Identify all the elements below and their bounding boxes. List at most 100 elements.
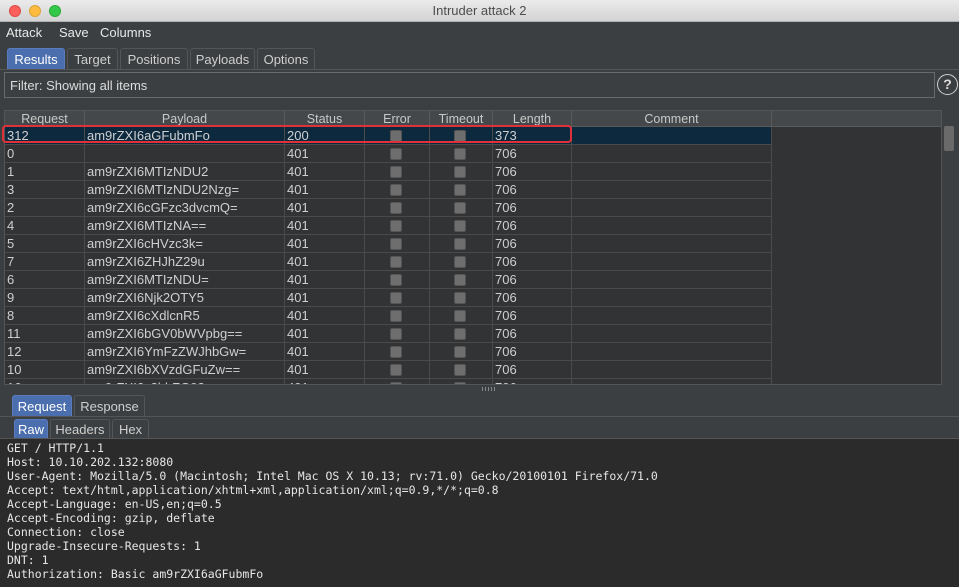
cell-comment (572, 217, 772, 235)
table-row[interactable]: 3 am9rZXI6MTIzNDU2Nzg= 401 706 (5, 181, 772, 199)
tab-target[interactable]: Target (67, 48, 118, 69)
title-bar: Intruder attack 2 (0, 0, 959, 22)
scrollbar-thumb[interactable] (944, 126, 954, 151)
cell-length: 706 (493, 271, 572, 289)
table-row[interactable]: 2 am9rZXI6cGFzc3dvcmQ= 401 706 (5, 199, 772, 217)
cell-request: 1 (5, 163, 85, 181)
table-row[interactable]: 9 am9rZXI6Njk2OTY5 401 706 (5, 289, 772, 307)
cell-error (365, 343, 430, 361)
cell-timeout (430, 145, 493, 163)
raw-request-line: Upgrade-Insecure-Requests: 1 (7, 539, 201, 553)
tab-raw[interactable]: Raw (14, 419, 48, 438)
window-title: Intruder attack 2 (432, 3, 527, 18)
checkbox-icon (454, 310, 466, 322)
tab-response[interactable]: Response (74, 395, 145, 416)
column-comment[interactable]: Comment (572, 111, 772, 127)
tab-payloads[interactable]: Payloads (190, 48, 255, 69)
menu-save[interactable]: Save (59, 25, 89, 40)
cell-comment (572, 127, 772, 145)
cell-payload: am9rZXI6MTIzNDU2Nzg= (85, 181, 285, 199)
cell-error (365, 163, 430, 181)
table-row[interactable]: 10 am9rZXI6bXVzdGFuZw== 401 706 (5, 361, 772, 379)
cell-length: 706 (493, 145, 572, 163)
tab-results[interactable]: Results (7, 48, 65, 69)
pane-splitter[interactable] (0, 385, 959, 393)
cell-request: 6 (5, 271, 85, 289)
menu-bar: Attack Save Columns (0, 22, 959, 44)
tab-headers[interactable]: Headers (50, 419, 110, 438)
attack-tabs: Results Target Positions Payloads Option… (0, 48, 959, 70)
table-row[interactable]: 5 am9rZXI6cHVzc3k= 401 706 (5, 235, 772, 253)
cell-error (365, 325, 430, 343)
cell-error (365, 235, 430, 253)
table-row[interactable]: 8 am9rZXI6cXdlcnR5 401 706 (5, 307, 772, 325)
checkbox-icon (390, 256, 402, 268)
cell-comment (572, 289, 772, 307)
cell-payload: am9rZXI6ZHJhZ29u (85, 253, 285, 271)
tab-options[interactable]: Options (257, 48, 315, 69)
tab-positions[interactable]: Positions (120, 48, 188, 69)
checkbox-icon (454, 184, 466, 196)
cell-status: 401 (285, 217, 365, 235)
cell-error (365, 253, 430, 271)
menu-attack[interactable]: Attack (6, 25, 42, 40)
table-row[interactable]: 0 401 706 (5, 145, 772, 163)
filter-bar[interactable]: Filter: Showing all items (4, 72, 935, 98)
cell-timeout (430, 271, 493, 289)
checkbox-icon (454, 148, 466, 160)
cell-length: 706 (493, 217, 572, 235)
cell-status: 401 (285, 289, 365, 307)
cell-comment (572, 361, 772, 379)
cell-error (365, 217, 430, 235)
table-scrollbar[interactable] (943, 110, 957, 385)
cell-payload: am9rZXI6MTIzNDU2 (85, 163, 285, 181)
checkbox-icon (454, 166, 466, 178)
cell-error (365, 199, 430, 217)
cell-error (365, 307, 430, 325)
checkbox-icon (390, 310, 402, 322)
table-row[interactable]: 6 am9rZXI6MTIzNDU= 401 706 (5, 271, 772, 289)
splitter-grip-icon[interactable] (482, 387, 496, 391)
cell-status: 401 (285, 307, 365, 325)
table-row[interactable]: 7 am9rZXI6ZHJhZ29u 401 706 (5, 253, 772, 271)
cell-timeout (430, 307, 493, 325)
tab-hex[interactable]: Hex (112, 419, 149, 438)
cell-request: 5 (5, 235, 85, 253)
cell-request: 10 (5, 361, 85, 379)
menu-columns[interactable]: Columns (100, 25, 151, 40)
raw-request-line: Connection: close (7, 525, 125, 539)
cell-comment (572, 343, 772, 361)
checkbox-icon (390, 148, 402, 160)
checkbox-icon (390, 220, 402, 232)
cell-payload: am9rZXI6YmFzZWJhbGw= (85, 343, 285, 361)
cell-status: 401 (285, 271, 365, 289)
cell-length: 706 (493, 307, 572, 325)
cell-request: 2 (5, 199, 85, 217)
cell-error (365, 361, 430, 379)
raw-request-editor[interactable]: GET / HTTP/1.1 Host: 10.10.202.132:8080 Us… (0, 438, 959, 587)
raw-request-line: Host: 10.10.202.132:8080 (7, 455, 174, 469)
table-row[interactable]: 12 am9rZXI6YmFzZWJhbGw= 401 706 (5, 343, 772, 361)
cell-timeout (430, 235, 493, 253)
table-row[interactable]: 4 am9rZXI6MTIzNA== 401 706 (5, 217, 772, 235)
checkbox-icon (390, 364, 402, 376)
cell-length: 706 (493, 181, 572, 199)
table-row[interactable]: 11 am9rZXI6bGV0bWVpbg== 401 706 (5, 325, 772, 343)
message-tab-divider (0, 416, 959, 417)
cell-payload: am9rZXI6cGFzc3dvcmQ= (85, 199, 285, 217)
cell-comment (572, 271, 772, 289)
cell-timeout (430, 343, 493, 361)
tab-request[interactable]: Request (12, 395, 72, 416)
raw-request-line: Accept-Language: en-US,en;q=0.5 (7, 497, 222, 511)
cell-error (365, 145, 430, 163)
cell-length: 706 (493, 289, 572, 307)
table-row[interactable]: 1 am9rZXI6MTIzNDU2 401 706 (5, 163, 772, 181)
cell-comment (572, 199, 772, 217)
checkbox-icon (390, 274, 402, 286)
checkbox-icon (454, 292, 466, 304)
cell-timeout (430, 253, 493, 271)
cell-request: 3 (5, 181, 85, 199)
cell-timeout (430, 199, 493, 217)
raw-request-line: Authorization: Basic am9rZXI6aGFubmFo (7, 567, 264, 581)
help-icon[interactable]: ? (937, 74, 958, 95)
